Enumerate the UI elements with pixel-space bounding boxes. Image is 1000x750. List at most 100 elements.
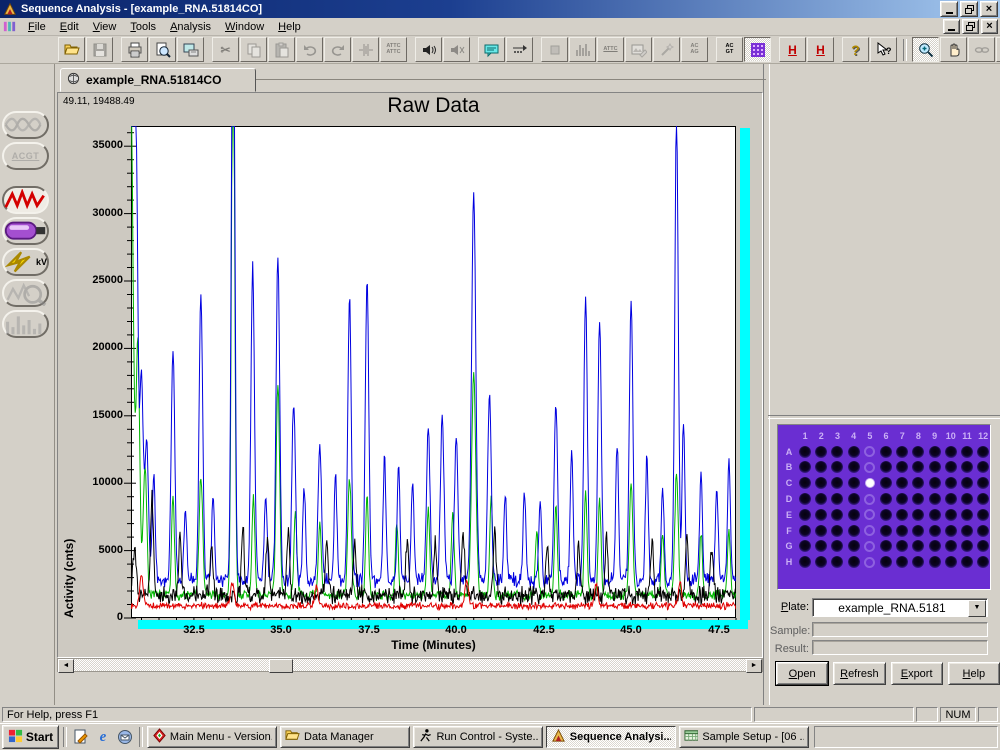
well-A2[interactable]	[815, 446, 827, 458]
well-C12[interactable]	[977, 477, 989, 489]
well-D1[interactable]	[799, 493, 811, 505]
well-B5[interactable]	[864, 462, 875, 473]
open-plate-button[interactable]: Open	[776, 662, 828, 685]
well-C1[interactable]	[799, 477, 811, 489]
well-E9[interactable]	[929, 509, 941, 521]
open-button[interactable]	[58, 37, 85, 62]
well-H4[interactable]	[848, 556, 860, 568]
well-G3[interactable]	[831, 540, 843, 552]
context-help-button[interactable]: ?	[870, 37, 897, 62]
well-H1[interactable]	[799, 556, 811, 568]
voltage-view-button[interactable]: kV	[2, 248, 49, 276]
raw-data-button[interactable]	[2, 186, 49, 214]
child-minimize-button[interactable]	[943, 19, 960, 34]
mail-client-icon[interactable]	[115, 727, 135, 747]
well-D6[interactable]	[880, 493, 892, 505]
well-B12[interactable]	[977, 461, 989, 473]
help-panel-button[interactable]: Help	[948, 662, 1000, 685]
well-F10[interactable]	[945, 525, 957, 537]
plate-combo[interactable]: example_RNA.5181 ▼	[812, 598, 988, 617]
scroll-left-arrow[interactable]: ◄	[58, 659, 74, 673]
well-D8[interactable]	[912, 493, 924, 505]
well-A6[interactable]	[880, 446, 892, 458]
well-H5[interactable]	[864, 557, 875, 568]
child-restore-button[interactable]	[962, 19, 979, 34]
start-button[interactable]: Start	[2, 725, 59, 749]
capillary-view-button[interactable]	[2, 217, 49, 245]
well-D3[interactable]	[831, 493, 843, 505]
well-C9[interactable]	[929, 477, 941, 489]
well-G10[interactable]	[945, 540, 957, 552]
menu-edit[interactable]: Edit	[53, 19, 86, 35]
well-G9[interactable]	[929, 540, 941, 552]
well-H3[interactable]	[831, 556, 843, 568]
well-F12[interactable]	[977, 525, 989, 537]
well-A4[interactable]	[848, 446, 860, 458]
child-close-button[interactable]: ×	[981, 19, 998, 34]
well-E11[interactable]	[961, 509, 973, 521]
well-A8[interactable]	[912, 446, 924, 458]
well-H9[interactable]	[929, 556, 941, 568]
well-H8[interactable]	[912, 556, 924, 568]
sequence-run-button[interactable]	[506, 37, 533, 62]
well-H10[interactable]	[945, 556, 957, 568]
well-B7[interactable]	[896, 461, 908, 473]
base-edit-button[interactable]: AC GT	[716, 37, 743, 62]
menu-file[interactable]: File	[21, 19, 53, 35]
well-B9[interactable]	[929, 461, 941, 473]
restore-button[interactable]	[960, 1, 978, 17]
well-B8[interactable]	[912, 461, 924, 473]
well-E7[interactable]	[896, 509, 908, 521]
well-C7[interactable]	[896, 477, 908, 489]
well-G1[interactable]	[799, 540, 811, 552]
well-D7[interactable]	[896, 493, 908, 505]
well-G8[interactable]	[912, 540, 924, 552]
well-H6[interactable]	[880, 556, 892, 568]
well-C8[interactable]	[912, 477, 924, 489]
well-F5[interactable]	[864, 525, 875, 536]
task-button-3[interactable]: Sequence Analysi...	[546, 726, 676, 748]
scroll-thumb[interactable]	[269, 659, 293, 673]
well-B1[interactable]	[799, 461, 811, 473]
well-C11[interactable]	[961, 477, 973, 489]
menu-analysis[interactable]: Analysis	[163, 19, 218, 35]
well-D4[interactable]	[848, 493, 860, 505]
scroll-right-arrow[interactable]: ►	[746, 659, 762, 673]
well-C10[interactable]	[945, 477, 957, 489]
well-D11[interactable]	[961, 493, 973, 505]
help-button[interactable]: ?	[842, 37, 869, 62]
well-H7[interactable]	[896, 556, 908, 568]
chevron-down-icon[interactable]: ▼	[968, 600, 986, 617]
print-button[interactable]	[121, 37, 148, 62]
well-C5[interactable]	[865, 478, 875, 488]
well-F8[interactable]	[912, 525, 924, 537]
menu-tools[interactable]: Tools	[123, 19, 163, 35]
well-E8[interactable]	[912, 509, 924, 521]
menu-help[interactable]: Help	[271, 19, 308, 35]
well-F3[interactable]	[831, 525, 843, 537]
pan-button[interactable]	[940, 37, 967, 62]
time-scrollbar[interactable]: ◄ ►	[57, 658, 763, 672]
well-A7[interactable]	[896, 446, 908, 458]
histogram-h2-button[interactable]: H	[807, 37, 834, 62]
close-button[interactable]: ×	[980, 1, 998, 17]
menu-window[interactable]: Window	[218, 19, 271, 35]
well-C6[interactable]	[880, 477, 892, 489]
well-H12[interactable]	[977, 556, 989, 568]
task-button-1[interactable]: Data Manager	[280, 726, 410, 748]
well-B11[interactable]	[961, 461, 973, 473]
well-E6[interactable]	[880, 509, 892, 521]
well-E5[interactable]	[864, 509, 875, 520]
well-F11[interactable]	[961, 525, 973, 537]
well-B4[interactable]	[848, 461, 860, 473]
show-desktop-icon[interactable]	[71, 727, 91, 747]
well-D2[interactable]	[815, 493, 827, 505]
well-A12[interactable]	[977, 446, 989, 458]
histogram-h1-button[interactable]: H	[779, 37, 806, 62]
well-F1[interactable]	[799, 525, 811, 537]
well-E3[interactable]	[831, 509, 843, 521]
well-A1[interactable]	[799, 446, 811, 458]
well-B3[interactable]	[831, 461, 843, 473]
well-A9[interactable]	[929, 446, 941, 458]
well-E4[interactable]	[848, 509, 860, 521]
